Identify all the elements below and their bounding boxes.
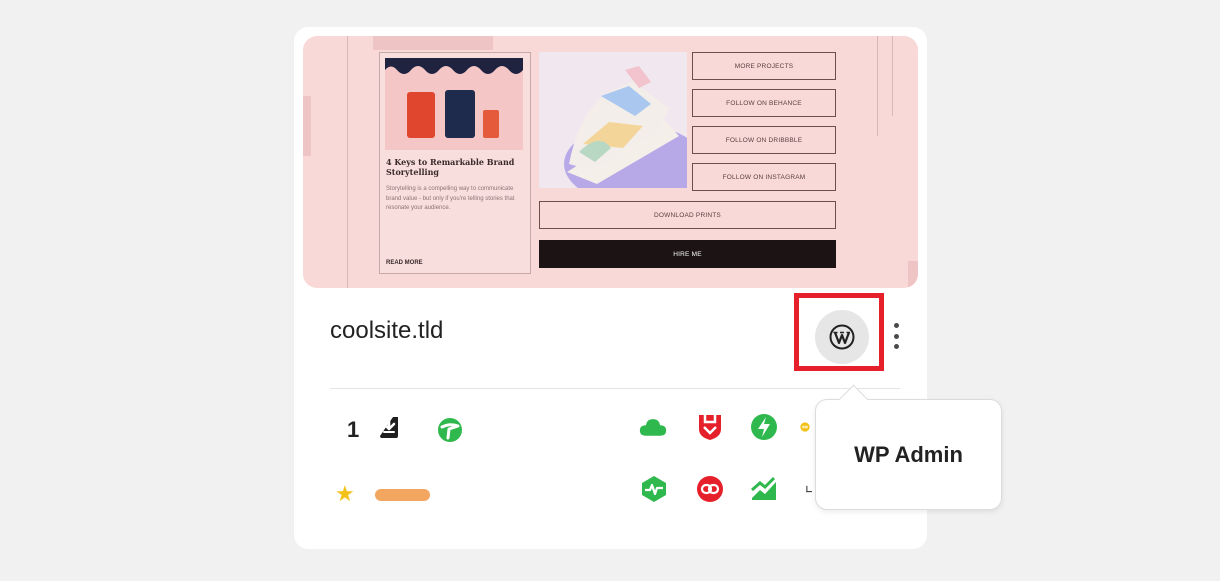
thumbnail-decoration (908, 261, 918, 288)
thumbnail-button: MORE PROJECTS (692, 52, 836, 80)
site-thumbnail[interactable]: 4 Keys to Remarkable Brand Storytelling … (303, 36, 918, 288)
partial-icon[interactable] (806, 475, 814, 503)
kebab-menu-icon[interactable] (888, 323, 904, 349)
blog-image (385, 58, 523, 150)
divider (330, 388, 900, 389)
chart-icon[interactable] (750, 475, 778, 503)
link-icon[interactable] (696, 475, 724, 503)
uptime-icon[interactable] (436, 416, 464, 444)
blog-title: 4 Keys to Remarkable Brand Storytelling (386, 157, 515, 177)
wave-decoration (385, 58, 523, 74)
product-cup (483, 110, 499, 138)
thumbnail-decoration (303, 96, 311, 156)
lightning-icon[interactable] (750, 413, 778, 441)
thumbnail-line (877, 36, 878, 136)
wp-admin-button[interactable] (815, 310, 869, 364)
product-pack (445, 90, 475, 138)
shoe-image (539, 52, 687, 188)
star-icon[interactable]: ★ (335, 481, 355, 507)
tag-pill[interactable] (375, 489, 430, 501)
thumbnail-button: FOLLOW ON DRIBBBLE (692, 126, 836, 154)
update-count: 1 (347, 417, 360, 442)
product-pack (407, 92, 435, 138)
thumbnail-download-button: DOWNLOAD PRINTS (539, 201, 836, 229)
thumbnail-decoration (373, 36, 493, 50)
thumbnail-button: FOLLOW ON BEHANCE (692, 89, 836, 117)
wp-admin-tooltip: WP Admin (815, 384, 1002, 510)
thumbnail-line (347, 36, 348, 288)
download-icon[interactable] (375, 413, 403, 441)
partial-icon[interactable] (800, 413, 810, 441)
tooltip-label: WP Admin (854, 441, 963, 467)
thumbnail-hire-button: HIRE ME (539, 240, 836, 268)
shield-icon[interactable] (696, 413, 724, 441)
activity-icon[interactable] (640, 475, 668, 503)
blog-read-more: READ MORE (386, 260, 423, 266)
thumbnail-line (892, 36, 893, 116)
thumbnail-blog-card: 4 Keys to Remarkable Brand Storytelling … (379, 52, 531, 274)
wordpress-icon (829, 324, 855, 350)
blog-excerpt: Storytelling is a compelling way to comm… (386, 186, 515, 211)
site-name[interactable]: coolsite.tld (330, 317, 443, 345)
thumbnail-button: FOLLOW ON INSTAGRAM (692, 163, 836, 191)
cloud-icon[interactable] (639, 413, 667, 441)
